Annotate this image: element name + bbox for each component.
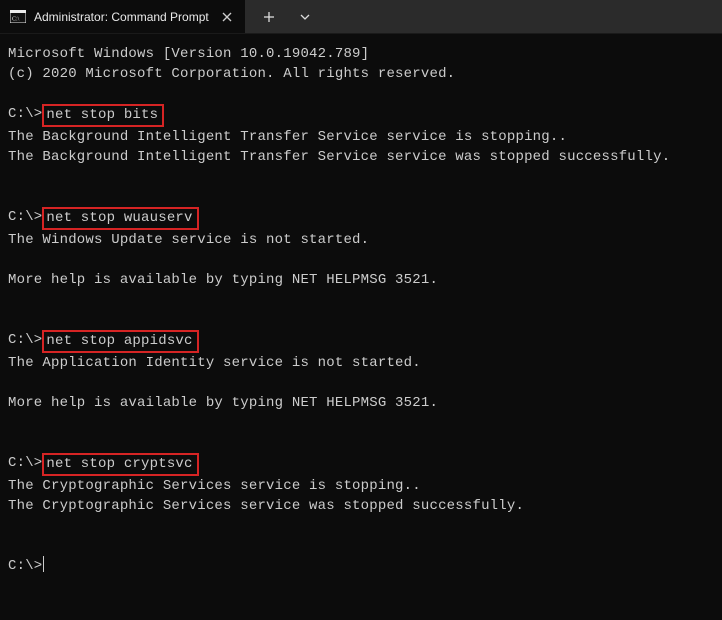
prompt-line: C:\>net stop bits — [8, 104, 714, 127]
terminal-line — [8, 167, 714, 187]
terminal-line — [8, 516, 714, 536]
prompt: C:\> — [8, 453, 42, 473]
terminal-line: The Windows Update service is not starte… — [8, 230, 714, 250]
terminal-line: The Cryptographic Services service is st… — [8, 476, 714, 496]
tab-cmd[interactable]: C:\ Administrator: Command Prompt — [0, 0, 246, 33]
cmd-icon: C:\ — [10, 10, 26, 24]
prompt-line: C:\>net stop cryptsvc — [8, 453, 714, 476]
terminal-line — [8, 187, 714, 207]
terminal-line: (c) 2020 Microsoft Corporation. All righ… — [8, 64, 714, 84]
titlebar: C:\ Administrator: Command Prompt — [0, 0, 722, 34]
terminal-line — [8, 373, 714, 393]
prompt-line: C:\> — [8, 556, 714, 576]
terminal-line — [8, 290, 714, 310]
chevron-down-icon[interactable] — [296, 8, 314, 26]
terminal-line: The Application Identity service is not … — [8, 353, 714, 373]
terminal-line — [8, 536, 714, 556]
svg-text:C:\: C:\ — [12, 17, 20, 23]
terminal-output[interactable]: Microsoft Windows [Version 10.0.19042.78… — [0, 34, 722, 620]
prompt: C:\> — [8, 556, 42, 576]
tab-title: Administrator: Command Prompt — [34, 10, 209, 24]
prompt: C:\> — [8, 104, 42, 124]
terminal-line: The Background Intelligent Transfer Serv… — [8, 127, 714, 147]
terminal-line: The Cryptographic Services service was s… — [8, 496, 714, 516]
terminal-line: More help is available by typing NET HEL… — [8, 270, 714, 290]
prompt-line: C:\>net stop appidsvc — [8, 330, 714, 353]
terminal-line: More help is available by typing NET HEL… — [8, 393, 714, 413]
close-icon[interactable] — [217, 7, 237, 27]
terminal-line — [8, 310, 714, 330]
prompt: C:\> — [8, 330, 42, 350]
new-tab-button[interactable] — [260, 8, 278, 26]
command-text: net stop cryptsvc — [42, 453, 198, 476]
terminal-line — [8, 250, 714, 270]
prompt: C:\> — [8, 207, 42, 227]
terminal-line — [8, 84, 714, 104]
terminal-line: Microsoft Windows [Version 10.0.19042.78… — [8, 44, 714, 64]
terminal-line — [8, 433, 714, 453]
tabbar-actions — [246, 0, 722, 33]
cursor — [43, 556, 44, 572]
prompt-line: C:\>net stop wuauserv — [8, 207, 714, 230]
command-text: net stop appidsvc — [42, 330, 198, 353]
terminal-line: The Background Intelligent Transfer Serv… — [8, 147, 714, 167]
command-text: net stop wuauserv — [42, 207, 198, 230]
command-text: net stop bits — [42, 104, 164, 127]
terminal-line — [8, 413, 714, 433]
